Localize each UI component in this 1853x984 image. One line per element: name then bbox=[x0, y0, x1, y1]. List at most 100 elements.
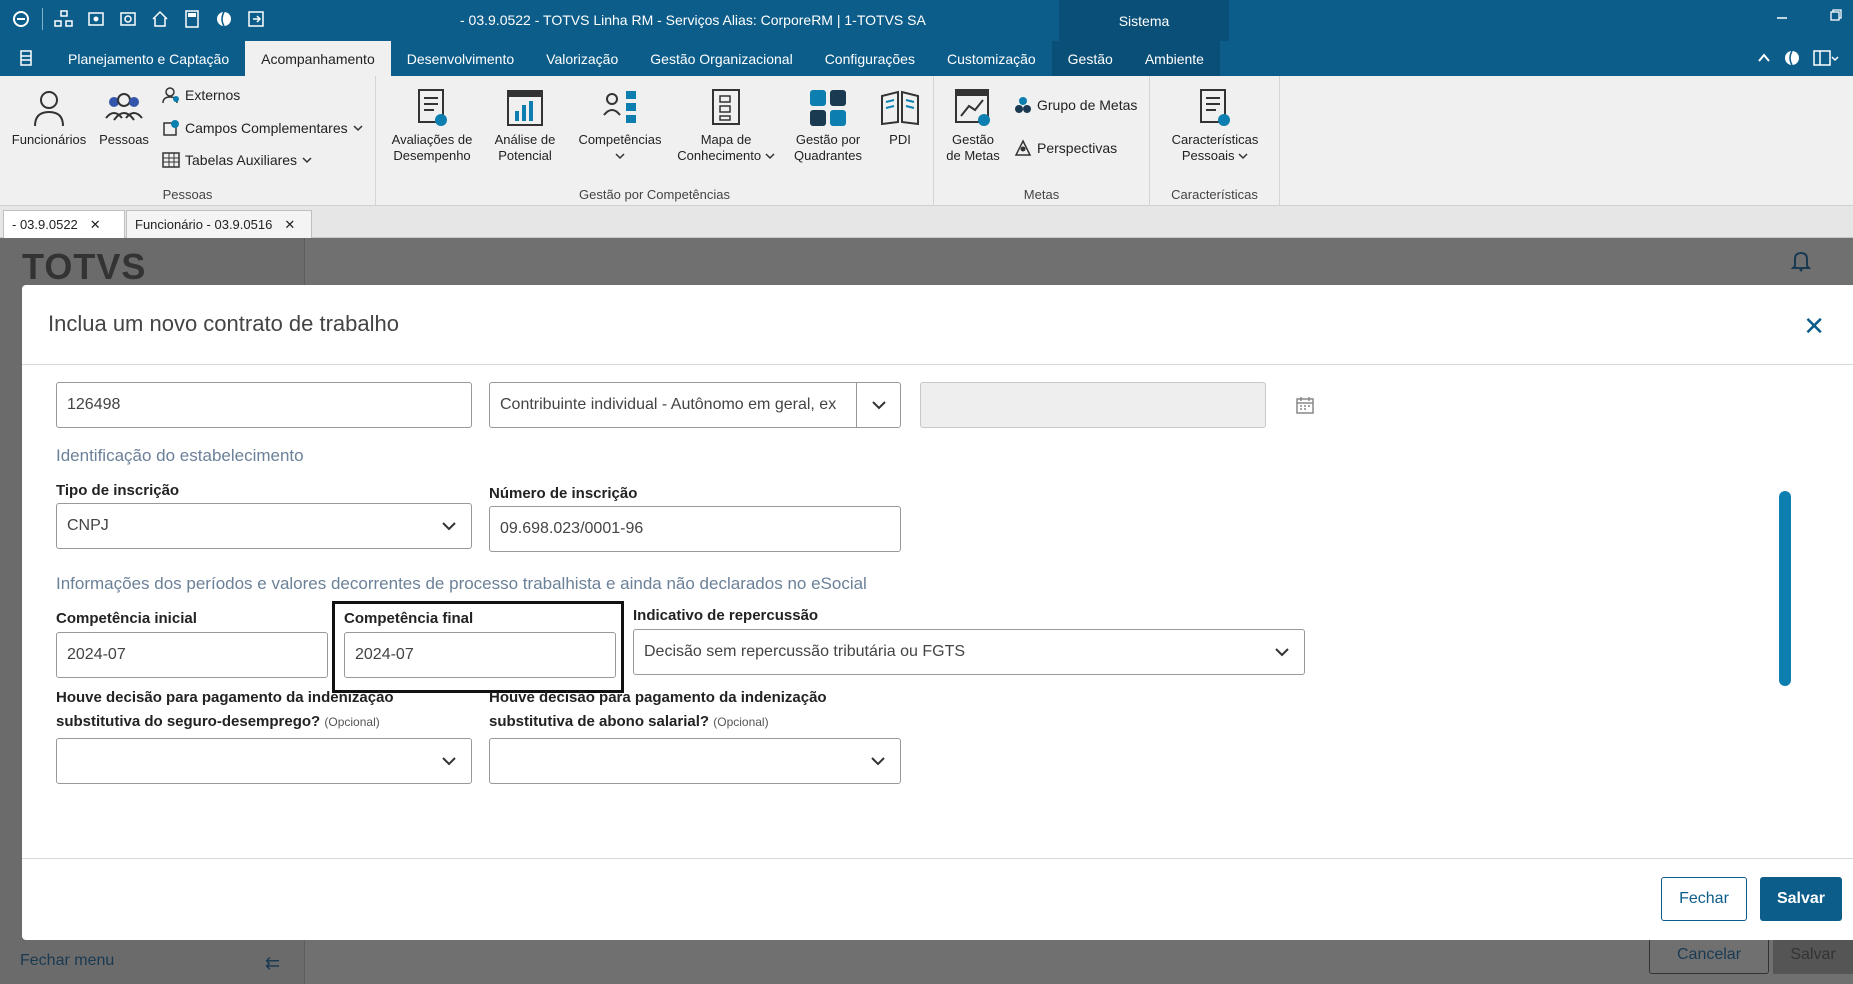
tab-planejamento[interactable]: Planejamento e Captação bbox=[52, 41, 245, 76]
pdi-button[interactable]: PDI bbox=[876, 88, 924, 148]
people-icon bbox=[104, 88, 144, 128]
close-icon[interactable]: ✕ bbox=[90, 217, 101, 233]
mapa-label-2: Conhecimento bbox=[674, 148, 778, 164]
chevron-down-icon[interactable] bbox=[427, 739, 471, 783]
numero-inscricao-input[interactable]: 09.698.023/0001-96 bbox=[489, 506, 901, 552]
competencia-inicial-label: Competência inicial bbox=[56, 610, 197, 627]
abono-salarial-select[interactable] bbox=[489, 738, 901, 784]
doc-tab-main[interactable]: - 03.9.0522 ✕ bbox=[3, 210, 125, 238]
fechar-menu-link[interactable]: Fechar menu bbox=[20, 952, 114, 970]
close-icon[interactable]: ✕ bbox=[284, 217, 295, 233]
sistema-tab[interactable]: Sistema bbox=[1059, 0, 1229, 41]
view-icon[interactable] bbox=[85, 8, 107, 30]
tab-desenvolvimento[interactable]: Desenvolvimento bbox=[391, 41, 530, 76]
doc-tab-label: Funcionário - 03.9.0516 bbox=[135, 217, 273, 232]
opcional-hint: (Opcional) bbox=[713, 715, 769, 729]
chevron-down-icon bbox=[615, 153, 625, 160]
group-label-caracteristicas: Características bbox=[1171, 187, 1258, 202]
chevron-down-icon bbox=[353, 125, 363, 132]
tabelas-auxiliares-button[interactable]: Tabelas Auxiliares bbox=[162, 151, 312, 169]
org-chart-icon[interactable] bbox=[53, 8, 75, 30]
chevron-down-icon[interactable] bbox=[427, 504, 471, 548]
date-input bbox=[920, 382, 1266, 428]
grupo-metas-button[interactable]: Grupo de Metas bbox=[1014, 96, 1137, 114]
calculator-icon[interactable] bbox=[181, 8, 203, 30]
chevron-down-icon[interactable] bbox=[856, 739, 900, 783]
competencias-button[interactable]: Competências bbox=[574, 88, 666, 164]
pdi-label: PDI bbox=[889, 132, 911, 147]
chevron-down-icon[interactable] bbox=[856, 383, 900, 427]
quadrantes-button[interactable]: Gestão por Quadrantes bbox=[788, 88, 868, 164]
repercussao-label: Indicativo de repercussão bbox=[633, 607, 819, 624]
settings-window-icon[interactable] bbox=[117, 8, 139, 30]
evaluation-icon bbox=[412, 88, 452, 128]
categoria-select[interactable]: Contribuinte individual - Autônomo em ge… bbox=[489, 382, 901, 428]
tab-valorizacao[interactable]: Valorização bbox=[530, 41, 634, 76]
funcionarios-button[interactable]: Funcionários bbox=[8, 88, 90, 148]
gestao-metas-button[interactable]: Gestão de Metas bbox=[942, 88, 1004, 164]
quick-access-toolbar bbox=[10, 8, 267, 30]
mapa-conhecimento-button[interactable]: Mapa de Conhecimento bbox=[674, 88, 778, 164]
minimize-icon[interactable] bbox=[1775, 8, 1789, 27]
avaliacoes-button[interactable]: Avaliações de Desempenho bbox=[386, 88, 478, 164]
tab-gestao-organizacional[interactable]: Gestão Organizacional bbox=[634, 41, 808, 76]
matricula-input[interactable]: 126498 bbox=[56, 382, 472, 428]
salvar-button[interactable]: Salvar bbox=[1760, 877, 1842, 921]
group-competencias: Avaliações de Desempenho Análise de Pote… bbox=[376, 76, 934, 206]
title-bar: - 03.9.0522 - TOTVS Linha RM - Serviços … bbox=[0, 0, 1853, 41]
calendar-icon[interactable] bbox=[1296, 396, 1314, 419]
modal-scrollbar[interactable] bbox=[1779, 491, 1791, 686]
analise-label-2: Potencial bbox=[498, 148, 552, 163]
chevron-down-icon[interactable] bbox=[1260, 630, 1304, 674]
collapse-menu-icon[interactable]: ⇇ bbox=[265, 953, 280, 974]
tab-acompanhamento[interactable]: Acompanhamento bbox=[245, 41, 391, 76]
externos-button[interactable]: Externos bbox=[162, 86, 240, 104]
tab-configuracoes[interactable]: Configurações bbox=[809, 41, 931, 76]
bell-icon[interactable] bbox=[1790, 250, 1812, 277]
app-menu-icon[interactable] bbox=[18, 49, 34, 72]
competencia-inicial-input[interactable]: 2024-07 bbox=[56, 632, 328, 678]
person-icon bbox=[29, 88, 69, 128]
analise-potencial-button[interactable]: Análise de Potencial bbox=[488, 88, 562, 164]
tipo-inscricao-select[interactable]: CNPJ bbox=[56, 503, 472, 549]
caracteristicas-pessoais-button[interactable]: Características Pessoais bbox=[1160, 88, 1270, 164]
tab-ambiente[interactable]: Ambiente bbox=[1128, 41, 1220, 76]
gestao-metas-label-1: Gestão bbox=[952, 132, 994, 147]
pessoas-button[interactable]: Pessoas bbox=[96, 88, 152, 148]
close-icon[interactable]: ✕ bbox=[1803, 311, 1825, 342]
fechar-button[interactable]: Fechar bbox=[1661, 877, 1747, 921]
restore-icon[interactable] bbox=[1829, 8, 1843, 27]
window-title: - 03.9.0522 - TOTVS Linha RM - Serviços … bbox=[460, 12, 926, 28]
group-label-pessoas: Pessoas bbox=[162, 187, 213, 202]
collapse-ribbon-icon[interactable] bbox=[1757, 51, 1771, 70]
perspectivas-button[interactable]: Perspectivas bbox=[1014, 139, 1117, 157]
categoria-value: Contribuinte individual - Autônomo em ge… bbox=[500, 396, 837, 413]
grupo-metas-label: Grupo de Metas bbox=[1037, 97, 1138, 113]
background-cancel-button: Cancelar bbox=[1649, 936, 1769, 974]
document-tabs: - 03.9.0522 ✕ Funcionário - 03.9.0516 ✕ bbox=[0, 206, 1853, 238]
avaliacoes-label-1: Avaliações de bbox=[391, 132, 473, 147]
group-label-competencias: Gestão por Competências bbox=[578, 187, 731, 202]
campos-complementares-button[interactable]: Campos Complementares bbox=[162, 119, 363, 137]
tab-customizacao[interactable]: Customização bbox=[931, 41, 1052, 76]
exit-icon[interactable] bbox=[245, 8, 267, 30]
globe-icon[interactable] bbox=[213, 8, 235, 30]
perspective-icon bbox=[1014, 139, 1032, 156]
book-icon bbox=[880, 88, 920, 128]
doc-tab-funcionario[interactable]: Funcionário - 03.9.0516 ✕ bbox=[126, 210, 312, 238]
globe-icon[interactable] bbox=[1783, 49, 1801, 72]
toolbar-separator bbox=[42, 8, 43, 30]
repercussao-select[interactable]: Decisão sem repercussão tributária ou FG… bbox=[633, 629, 1305, 675]
section-periodos: Informações dos períodos e valores decor… bbox=[56, 574, 867, 593]
layout-icon[interactable] bbox=[1813, 49, 1839, 72]
knowledge-map-icon bbox=[706, 88, 746, 128]
window-controls bbox=[1775, 8, 1843, 27]
tab-gestao[interactable]: Gestão bbox=[1051, 41, 1129, 76]
seguro-desemprego-select[interactable] bbox=[56, 738, 472, 784]
background-save-button: Salvar bbox=[1773, 936, 1853, 974]
modal-footer: Fechar Salvar bbox=[22, 858, 1853, 940]
totvs-logo-icon[interactable] bbox=[10, 8, 32, 30]
home-icon[interactable] bbox=[149, 8, 171, 30]
modal-header: Inclua um novo contrato de trabalho ✕ bbox=[22, 285, 1853, 365]
competencia-final-input[interactable]: 2024-07 bbox=[344, 632, 616, 678]
